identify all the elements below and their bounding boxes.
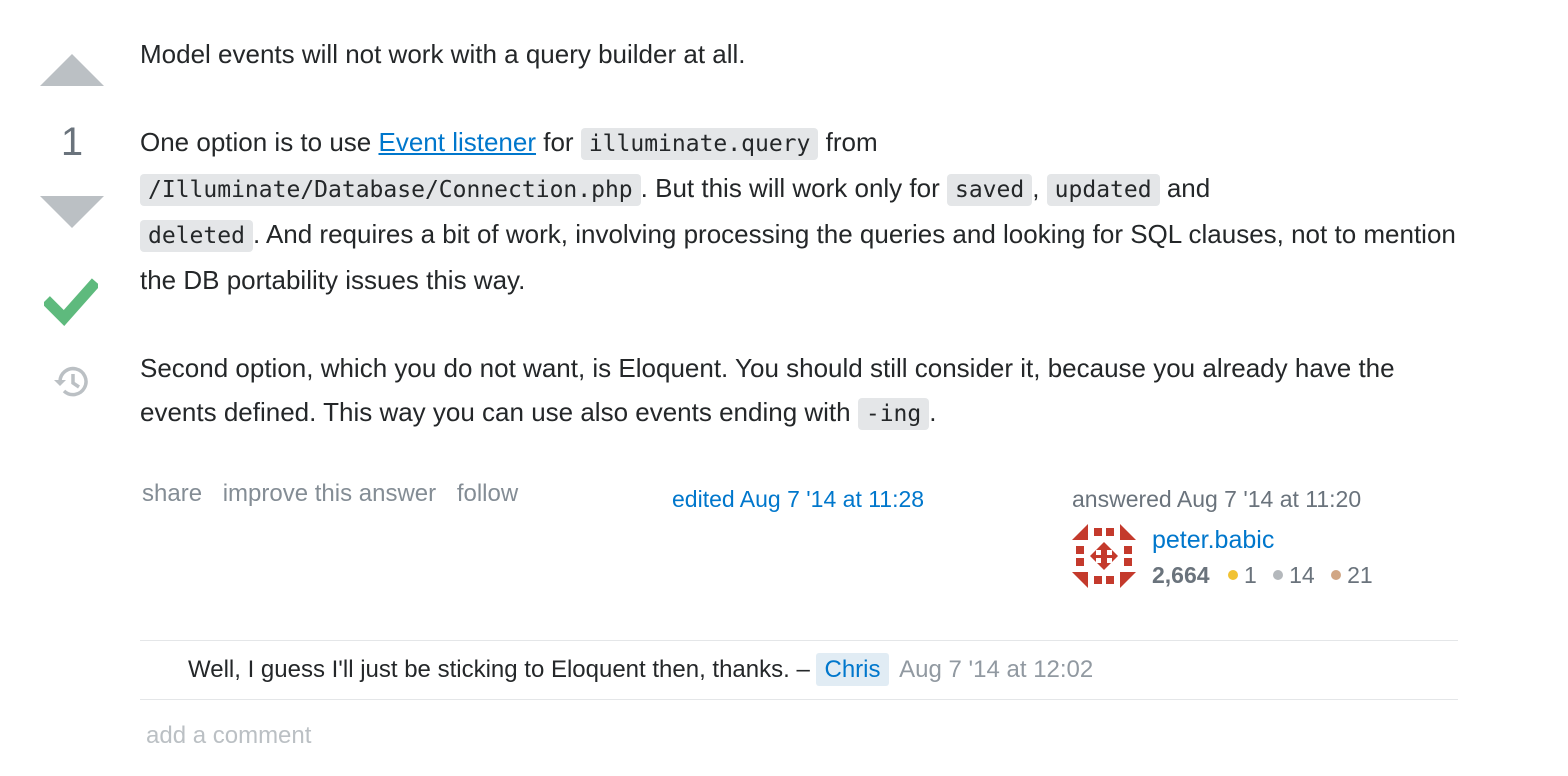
history-icon[interactable] — [52, 362, 92, 407]
text-span: . But this will work only for — [640, 173, 947, 203]
avatar[interactable] — [1072, 524, 1136, 588]
inline-code: deleted — [140, 220, 253, 252]
comment-item: Well, I guess I'll just be sticking to E… — [140, 641, 1458, 700]
reputation-score: 2,664 — [1152, 562, 1210, 588]
bronze-badge-icon — [1331, 570, 1342, 581]
answered-timestamp: answered Aug 7 '14 at 11:20 — [1072, 486, 1362, 512]
paragraph-1-text: Model events will not work with a query … — [140, 39, 746, 69]
text-span: and — [1159, 173, 1211, 203]
text-span: from — [818, 127, 878, 157]
comments-list: Well, I guess I'll just be sticking to E… — [140, 640, 1458, 700]
user-name-link[interactable]: peter.babic — [1152, 526, 1274, 555]
user-stats: 2,664 1 14 21 — [1152, 562, 1379, 589]
paragraph-1: Model events will not work with a query … — [140, 32, 1470, 76]
upvote-arrow-icon[interactable] — [40, 54, 104, 86]
edited-timestamp-link[interactable]: edited Aug 7 '14 at 11:28 — [672, 486, 924, 513]
text-span: . — [929, 397, 937, 427]
bronze-badge-count: 21 — [1347, 562, 1373, 588]
post-menu: share improve this answer follow — [142, 480, 532, 508]
comment-user-link[interactable]: Chris — [816, 653, 889, 686]
vote-count: 1 — [60, 120, 84, 164]
text-span: . And requires a bit of work, involving … — [140, 219, 1456, 295]
comment-text: Well, I guess I'll just be sticking to E… — [188, 656, 817, 683]
text-span: One option is to use — [140, 127, 379, 157]
event-listener-link[interactable]: Event listener — [378, 127, 536, 157]
text-span: for — [536, 127, 581, 157]
gold-badge-count: 1 — [1243, 562, 1257, 588]
add-comment-link[interactable]: add a comment — [146, 722, 311, 750]
silver-badge-count: 14 — [1289, 562, 1315, 588]
paragraph-2: One option is to use Event listener for … — [140, 120, 1470, 302]
follow-link[interactable]: follow — [457, 480, 518, 507]
paragraph-3: Second option, which you do not want, is… — [140, 346, 1470, 436]
inline-code: -ing — [857, 398, 930, 430]
inline-code: illuminate.query — [580, 128, 819, 160]
improve-answer-link[interactable]: improve this answer — [223, 480, 436, 507]
text-span: Second option, which you do not want, is… — [140, 353, 1395, 427]
text-span: , — [1032, 173, 1047, 203]
inline-code: updated — [1046, 174, 1160, 206]
inline-code: saved — [946, 174, 1033, 206]
inline-code: /Illuminate/Database/Connection.php — [140, 174, 641, 206]
silver-badge-icon — [1273, 570, 1284, 581]
gold-badge-icon — [1227, 570, 1238, 581]
answer-body: Model events will not work with a query … — [140, 32, 1470, 480]
accepted-checkmark-icon — [42, 272, 101, 331]
comment-date[interactable]: Aug 7 '14 at 12:02 — [899, 656, 1093, 683]
downvote-arrow-icon[interactable] — [40, 196, 104, 228]
share-link[interactable]: share — [142, 480, 202, 507]
